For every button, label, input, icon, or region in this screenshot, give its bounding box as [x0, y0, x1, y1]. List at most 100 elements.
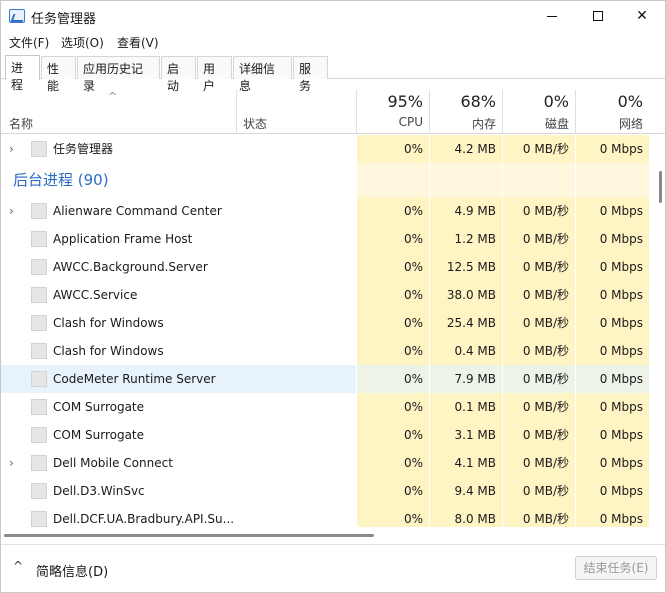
disk-label: 磁盘 [544, 117, 569, 131]
memory-cell: 4.1 MB [430, 449, 502, 477]
table-row[interactable]: › Dell Mobile Connect 0% 4.1 MB 0 MB/秒 0 Mbps [1, 449, 655, 477]
table-row[interactable]: AWCC.Background.Server 0% 12.5 MB 0 MB/秒 0 M… [1, 253, 655, 281]
cpu-cell: 0% [357, 365, 429, 393]
process-name: AWCC.Service [53, 288, 138, 302]
menu-file[interactable]: 文件(F) [9, 34, 49, 51]
process-icon [31, 483, 47, 499]
horizontal-scroll-thumb[interactable] [4, 534, 374, 537]
process-name-cell[interactable]: CodeMeter Runtime Server (... [1, 365, 356, 393]
process-icon [31, 455, 47, 471]
memory-cell: 4.9 MB [430, 197, 502, 225]
group-title: 后台进程 (90) [13, 171, 109, 189]
table-row[interactable]: COM Surrogate 0% 3.1 MB 0 MB/秒 0 Mbps [1, 421, 655, 449]
header-cpu[interactable]: 95% CPU [357, 90, 429, 134]
table-row[interactable]: Dell.DCF.UA.Bradbury.API.Su... 0% 8.0 MB 0 … [1, 505, 655, 527]
menu-options[interactable]: 选项(O) [61, 34, 104, 51]
end-task-button[interactable]: 结束任务(E) [575, 556, 657, 580]
chevron-up-icon[interactable]: ^ [13, 559, 23, 573]
chevron-right-icon[interactable]: › [9, 197, 21, 225]
table-row[interactable]: › 任务管理器 0% 4.2 MB 0 MB/秒 0 Mbps [1, 135, 655, 163]
tab-services[interactable]: 服务 [293, 56, 328, 93]
chevron-right-icon[interactable]: › [9, 449, 21, 477]
cpu-cell: 0% [357, 225, 429, 253]
vertical-scroll-thumb[interactable] [659, 171, 662, 203]
tab-performance[interactable]: 性能 [41, 56, 76, 93]
menu-view[interactable]: 查看(V) [117, 34, 159, 51]
process-name-cell[interactable]: Application Frame Host [1, 225, 356, 253]
horizontal-scrollbar[interactable] [1, 530, 655, 540]
network-cell: 0 Mbps [576, 135, 649, 163]
tab-bar: 进程 性能 应用历史记录 启动 用户 详细信息 服务 [1, 55, 665, 93]
cpu-cell [357, 163, 429, 197]
process-name-cell[interactable]: AWCC.Background.Server [1, 253, 356, 281]
process-name-cell[interactable]: Clash for Windows [1, 337, 356, 365]
process-name: Clash for Windows [53, 344, 164, 358]
memory-label: 内存 [471, 117, 496, 131]
tab-details[interactable]: 详细信息 [233, 56, 292, 93]
header-name[interactable]: 名称 [9, 115, 33, 132]
table-row[interactable]: CodeMeter Runtime Server (...0%7.9 MB0 M… [1, 365, 655, 393]
process-name-cell[interactable]: › 任务管理器 [1, 135, 356, 163]
task-manager-icon [9, 9, 25, 23]
process-name: COM Surrogate [53, 428, 145, 442]
cpu-cell: 0% [357, 337, 429, 365]
vertical-scrollbar[interactable] [655, 135, 665, 527]
disk-cell: 0 MB/秒 [503, 197, 575, 225]
process-name-cell[interactable]: Dell.DCF.UA.Bradbury.API.Su... [1, 505, 356, 527]
network-cell: 0 Mbps [576, 281, 649, 309]
cpu-cell: 0% [357, 421, 429, 449]
table-row[interactable]: Clash for Windows 0% 25.4 MB 0 MB/秒 0 Mbps [1, 309, 655, 337]
memory-cell: 38.0 MB [430, 281, 502, 309]
process-name-cell[interactable]: › Alienware Command Center ... [1, 197, 356, 225]
table-row[interactable]: ›Alienware Command Center ...0%4.9 MB0 M… [1, 197, 655, 225]
disk-cell: 0 MB/秒 [503, 253, 575, 281]
memory-cell: 4.2 MB [430, 135, 502, 163]
disk-cell: 0 MB/秒 [503, 365, 575, 393]
table-row[interactable]: Clash for Windows 0% 0.4 MB 0 MB/秒 0 Mbps [1, 337, 655, 365]
footer: ^ 简略信息(D) 结束任务(E) [1, 544, 665, 592]
tab-users[interactable]: 用户 [197, 56, 232, 93]
close-button[interactable]: ✕ [619, 1, 665, 31]
header-network[interactable]: 0% 网络 [576, 90, 649, 134]
column-header: ^ 名称 状态 95% CPU 68% 内存 0% 磁盘 0% 网络 [1, 90, 665, 134]
cpu-cell: 0% [357, 449, 429, 477]
table-row[interactable]: COM Surrogate 0% 0.1 MB 0 MB/秒 0 Mbps [1, 393, 655, 421]
table-row[interactable]: Dell.D3.WinSvc 0% 9.4 MB 0 MB/秒 0 Mbps [1, 477, 655, 505]
table-row[interactable]: AWCC.Service 0% 38.0 MB 0 MB/秒 0 Mbps [1, 281, 655, 309]
process-name-cell[interactable]: Dell.D3.WinSvc [1, 477, 356, 505]
process-name-cell[interactable]: Clash for Windows [1, 309, 356, 337]
tab-app-history[interactable]: 应用历史记录 [77, 56, 160, 93]
tab-startup[interactable]: 启动 [161, 56, 196, 93]
network-cell: 0 Mbps [576, 505, 649, 527]
chevron-right-icon[interactable]: › [9, 135, 21, 163]
disk-cell: 0 MB/秒 [503, 505, 575, 527]
disk-cell: 0 MB/秒 [503, 337, 575, 365]
maximize-button[interactable] [575, 1, 621, 31]
network-label: 网络 [618, 117, 643, 131]
network-cell: 0 Mbps [576, 393, 649, 421]
tab-processes[interactable]: 进程 [5, 55, 40, 92]
title-bar[interactable]: 任务管理器 ✕ [1, 1, 665, 31]
process-name-cell[interactable]: COM Surrogate [1, 421, 356, 449]
task-manager-window: 任务管理器 ✕ 文件(F) 选项(O) 查看(V) 进程 性能 应用历史记录 启… [0, 0, 666, 593]
disk-cell: 0 MB/秒 [503, 393, 575, 421]
maximize-icon [593, 11, 603, 21]
fewer-details-link[interactable]: 简略信息(D) [36, 561, 108, 580]
cpu-cell: 0% [357, 197, 429, 225]
network-cell [576, 163, 649, 197]
header-disk[interactable]: 0% 磁盘 [503, 90, 575, 134]
process-name-cell[interactable]: › Dell Mobile Connect [1, 449, 356, 477]
header-memory[interactable]: 68% 内存 [430, 90, 502, 134]
header-status[interactable]: 状态 [243, 115, 267, 132]
memory-cell: 1.2 MB [430, 225, 502, 253]
minimize-button[interactable] [529, 1, 575, 31]
disk-cell: 0 MB/秒 [503, 309, 575, 337]
process-name-cell[interactable]: AWCC.Service [1, 281, 356, 309]
group-header: 后台进程 (90) [1, 163, 655, 197]
network-cell: 0 Mbps [576, 197, 649, 225]
disk-cell: 0 MB/秒 [503, 477, 575, 505]
table-row[interactable]: Application Frame Host 0% 1.2 MB 0 MB/秒 0 Mb… [1, 225, 655, 253]
memory-cell: 9.4 MB [430, 477, 502, 505]
process-icon [31, 287, 47, 303]
process-name-cell[interactable]: COM Surrogate [1, 393, 356, 421]
